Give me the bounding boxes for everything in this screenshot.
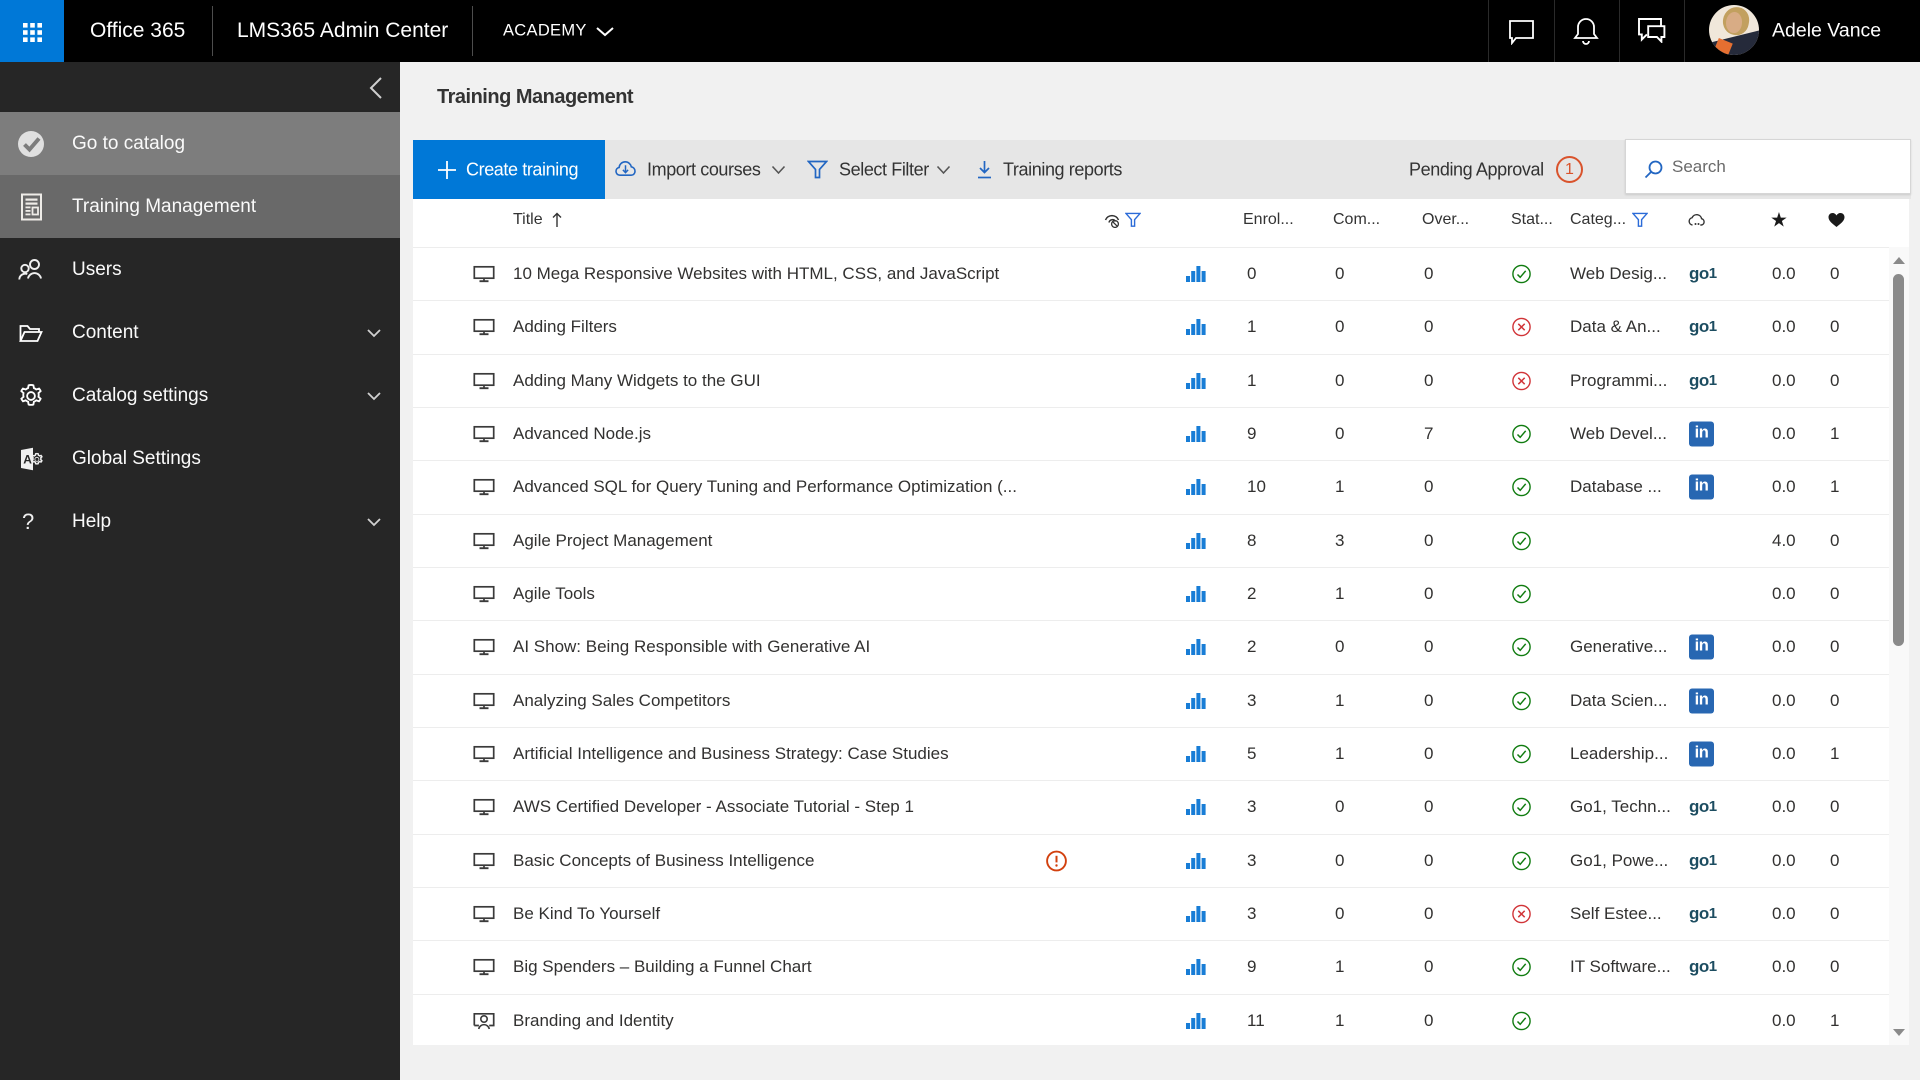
svg-text:A: A — [23, 452, 32, 466]
